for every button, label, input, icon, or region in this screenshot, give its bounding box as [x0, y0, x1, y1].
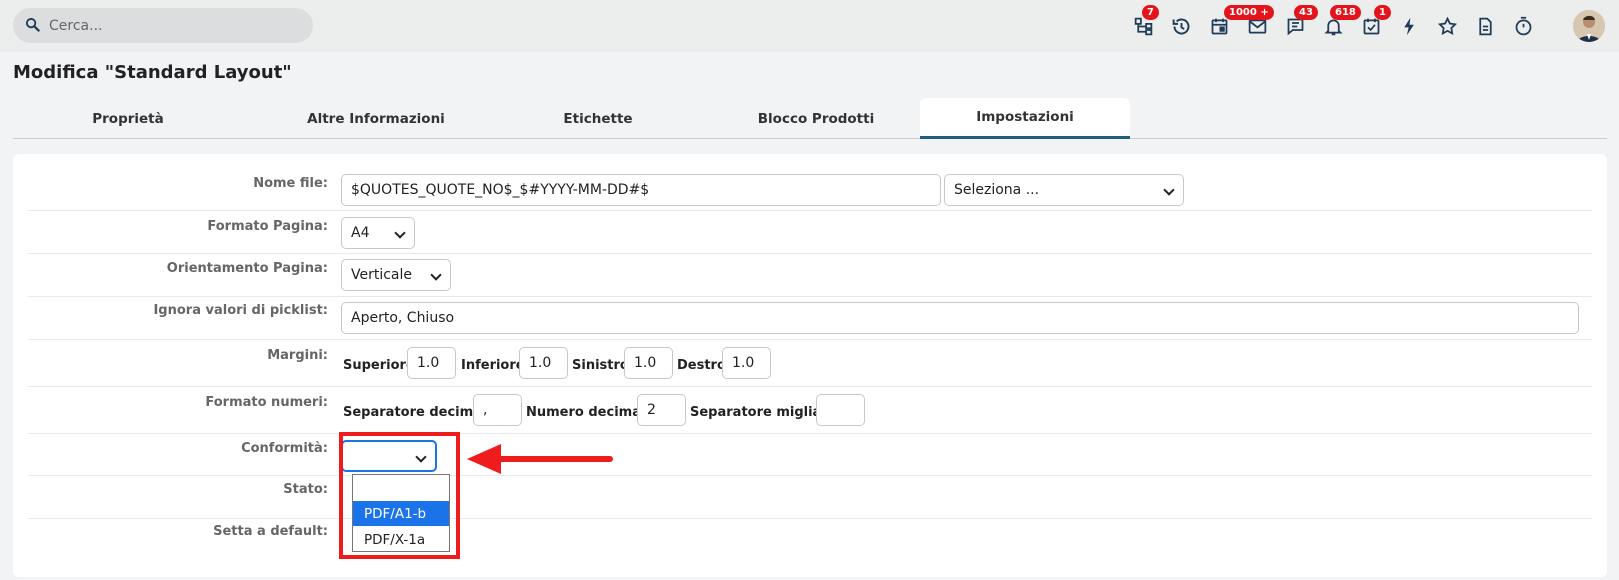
- highlight-box: [339, 432, 460, 559]
- hierarchy-badge: 7: [1142, 5, 1159, 20]
- label-formato-pagina: Formato Pagina:: [207, 219, 328, 234]
- numero-decimali-input[interactable]: 2: [637, 394, 686, 426]
- label-formato-numeri: Formato numeri:: [205, 395, 328, 410]
- mail-icon[interactable]: 1000 +: [1224, 5, 1274, 39]
- label-superiore: Superiore: [343, 358, 415, 373]
- row-conformita: Conformità:: [28, 434, 1592, 476]
- chat-icon[interactable]: 43: [1282, 5, 1318, 39]
- red-arrow-icon: [467, 444, 613, 474]
- formato-pagina-select[interactable]: A4: [341, 217, 415, 249]
- nome-file-input[interactable]: $QUOTES_QUOTE_NO$_$#YYYY-MM-DD#$: [341, 174, 941, 206]
- chat-badge: 43: [1294, 5, 1318, 20]
- row-margini: Margini: Superiore 1.0 Inferiore 1.0 Sin…: [28, 340, 1592, 387]
- document-icon[interactable]: [1472, 13, 1498, 39]
- task-check-icon[interactable]: 1: [1358, 5, 1391, 39]
- margine-sinistro-input[interactable]: 1.0: [624, 347, 673, 379]
- row-nome-file: Nome file: $QUOTES_QUOTE_NO$_$#YYYY-MM-D…: [28, 154, 1592, 211]
- tab-etichette[interactable]: Etichette: [483, 98, 713, 139]
- row-formato-numeri: Formato numeri: Separatore decimali , Nu…: [28, 387, 1592, 434]
- label-separatore-decimali: Separatore decimali: [343, 405, 491, 420]
- mail-badge: 1000 +: [1224, 5, 1274, 20]
- row-stato: Stato:: [28, 476, 1592, 519]
- label-sinistro: Sinistro: [572, 358, 629, 373]
- margine-inferiore-input[interactable]: 1.0: [519, 347, 568, 379]
- tab-impostazioni[interactable]: Impostazioni: [920, 98, 1130, 139]
- label-orientamento: Orientamento Pagina:: [166, 261, 328, 276]
- label-nome-file: Nome file:: [253, 176, 328, 191]
- top-bar: Cerca... 7 1000 + 43 618 1: [0, 0, 1619, 52]
- label-setta-default: Setta a default:: [213, 524, 328, 539]
- hierarchy-icon[interactable]: 7: [1130, 5, 1159, 39]
- ignora-picklist-input[interactable]: Aperto, Chiuso: [341, 302, 1579, 334]
- tab-blocco-prodotti[interactable]: Blocco Prodotti: [701, 98, 931, 139]
- label-numero-decimali: Numero decimali: [526, 405, 650, 420]
- bell-badge: 618: [1330, 5, 1361, 20]
- label-stato: Stato:: [283, 482, 328, 497]
- orientamento-select[interactable]: Verticale: [341, 259, 451, 291]
- separatore-migliaia-input[interactable]: [816, 394, 865, 426]
- row-ignora-picklist: Ignora valori di picklist: Aperto, Chius…: [28, 297, 1592, 340]
- task-badge: 1: [1374, 5, 1391, 20]
- label-ignora-picklist: Ignora valori di picklist:: [153, 303, 328, 318]
- label-conformita: Conformità:: [241, 441, 328, 456]
- margine-superiore-input[interactable]: 1.0: [407, 347, 456, 379]
- search-icon: [25, 17, 40, 35]
- page-title: Modifica "Standard Layout": [13, 62, 292, 83]
- settings-panel: Nome file: $QUOTES_QUOTE_NO$_$#YYYY-MM-D…: [13, 154, 1607, 577]
- bell-icon[interactable]: 618: [1320, 5, 1361, 39]
- star-icon[interactable]: [1434, 13, 1460, 39]
- label-separatore-migliaia: Separatore migliaia: [690, 405, 835, 420]
- row-formato-pagina: Formato Pagina: A4: [28, 211, 1592, 254]
- row-setta-default: Setta a default:: [28, 519, 1592, 562]
- stopwatch-icon[interactable]: [1510, 13, 1536, 39]
- label-destro: Destro: [677, 358, 726, 373]
- tab-proprieta[interactable]: Proprietà: [13, 98, 243, 139]
- avatar[interactable]: [1573, 10, 1605, 42]
- label-margini: Margini:: [267, 348, 328, 363]
- row-orientamento: Orientamento Pagina: Verticale: [28, 254, 1592, 297]
- margine-destro-input[interactable]: 1.0: [722, 347, 771, 379]
- tab-bar: Proprietà Altre Informazioni Etichette B…: [13, 98, 1607, 139]
- nome-file-select[interactable]: Seleziona ...: [944, 174, 1184, 206]
- tab-altre-informazioni[interactable]: Altre Informazioni: [261, 98, 491, 139]
- lightning-icon[interactable]: [1396, 13, 1422, 39]
- search-placeholder: Cerca...: [49, 17, 103, 34]
- search-input[interactable]: Cerca...: [13, 8, 313, 43]
- label-inferiore: Inferiore: [461, 358, 525, 373]
- history-icon[interactable]: [1168, 13, 1194, 39]
- separatore-decimali-input[interactable]: ,: [473, 394, 522, 426]
